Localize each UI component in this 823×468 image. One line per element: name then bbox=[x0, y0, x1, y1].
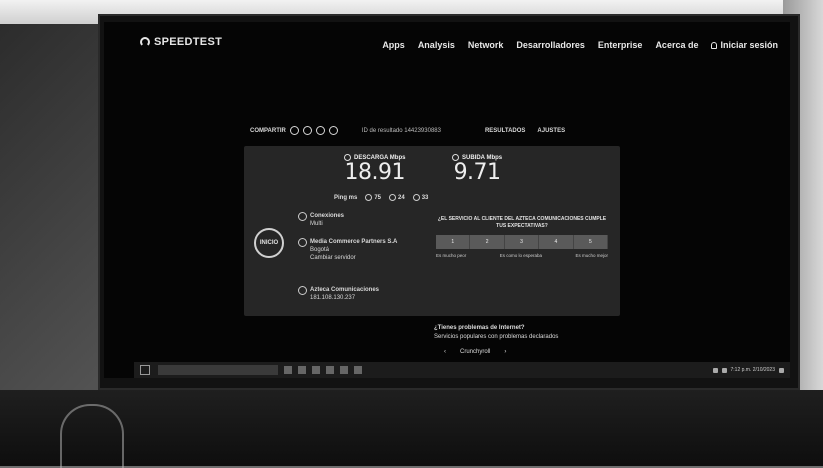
nav-link-apps[interactable]: Apps bbox=[382, 40, 405, 50]
rating-2[interactable]: 2 bbox=[470, 235, 505, 249]
ping-upload-value: 33 bbox=[421, 195, 429, 202]
volume-icon[interactable] bbox=[721, 367, 727, 373]
go-button[interactable]: INICIO bbox=[254, 228, 284, 258]
file-explorer-icon[interactable] bbox=[298, 366, 306, 374]
ping-download: 24 bbox=[389, 194, 405, 201]
survey-box: ¿EL SERVICIO AL CLIENTE DEL AZTECA COMUN… bbox=[436, 216, 609, 258]
server-ip: 181.108.130.237 bbox=[310, 295, 356, 301]
ping-label: Ping ms bbox=[334, 194, 358, 201]
facebook-icon[interactable] bbox=[315, 126, 325, 135]
download-value: 18.91 bbox=[344, 160, 405, 185]
upload-latency-icon bbox=[412, 194, 420, 201]
twitter-icon[interactable] bbox=[302, 126, 312, 135]
internet-problems: ¿Tienes problemas de Internet? Servicios… bbox=[434, 324, 558, 342]
results-link[interactable]: RESULTADOS bbox=[485, 128, 525, 134]
browser-icon[interactable] bbox=[312, 366, 320, 374]
clock[interactable]: 7:12 p.m. 2/10/2023 bbox=[731, 367, 776, 373]
browser-screen: SPEEDTEST Apps Analysis Network Desarrol… bbox=[104, 22, 790, 378]
service-dropdown[interactable]: ‹ Crunchyroll › bbox=[444, 349, 604, 359]
start-icon[interactable] bbox=[140, 365, 150, 375]
task-view-icon[interactable] bbox=[284, 366, 292, 374]
taskbar-search[interactable] bbox=[158, 365, 278, 375]
download-latency-icon bbox=[389, 194, 397, 201]
legend-worse: Es mucho peor bbox=[436, 253, 467, 258]
chevron-right-icon: › bbox=[504, 349, 507, 355]
legend-expected: Es como lo esperaba bbox=[499, 253, 543, 258]
isp-info: Media Commerce Partners S.A Bogotá Cambi… bbox=[298, 238, 398, 262]
problems-subtitle: Servicios populares con problemas declar… bbox=[434, 334, 559, 340]
login-link[interactable]: Iniciar sesión bbox=[711, 40, 778, 50]
user-icon bbox=[298, 286, 307, 295]
app-icon[interactable] bbox=[326, 366, 334, 374]
connections-title: Conexiones bbox=[310, 213, 345, 219]
survey-question: ¿EL SERVICIO AL CLIENTE DEL AZTECA COMUN… bbox=[437, 216, 607, 229]
results-panel: DESCARGA Mbps 18.91 SUBIDA Mbps 9.71 Pin… bbox=[244, 146, 620, 316]
settings-link[interactable]: AJUSTES bbox=[537, 128, 565, 134]
login-label: Iniciar sesión bbox=[720, 40, 778, 50]
ping-row: Ping ms 75 24 33 bbox=[334, 194, 428, 201]
connections-info: Conexiones Multi bbox=[298, 212, 345, 228]
app-icon[interactable] bbox=[340, 366, 348, 374]
nav-link-about[interactable]: Acerca de bbox=[655, 40, 698, 50]
clock-date: 2/10/2023 bbox=[752, 367, 775, 373]
upload-metric: SUBIDA Mbps 9.71 bbox=[452, 154, 502, 185]
share-label: COMPARTIR bbox=[250, 127, 286, 134]
network-icon[interactable] bbox=[712, 367, 718, 373]
server-info: Azteca Comunicaciones 181.108.130.237 bbox=[298, 286, 380, 302]
cable-shape bbox=[60, 404, 124, 468]
person-icon bbox=[711, 41, 718, 49]
rating-legend: Es mucho peor Es como lo esperaba Es muc… bbox=[436, 253, 608, 258]
windows-taskbar: 7:12 p.m. 2/10/2023 bbox=[134, 362, 790, 378]
nav-link-developers[interactable]: Desarrolladores bbox=[516, 40, 585, 50]
speedtest-logo[interactable]: SPEEDTEST bbox=[140, 36, 222, 48]
service-name: Crunchyroll bbox=[460, 349, 491, 355]
rating-scale: 1 2 3 4 5 bbox=[436, 235, 609, 249]
connections-icon bbox=[298, 212, 307, 221]
speedometer-icon bbox=[140, 37, 150, 47]
rating-5[interactable]: 5 bbox=[574, 235, 609, 249]
globe-icon bbox=[298, 238, 307, 247]
isp-name: Media Commerce Partners S.A bbox=[310, 239, 398, 245]
ping-idle-value: 75 bbox=[374, 195, 382, 202]
nav-link-analysis[interactable]: Analysis bbox=[418, 40, 455, 50]
nav-link-enterprise[interactable]: Enterprise bbox=[598, 40, 643, 50]
ping-upload: 33 bbox=[412, 194, 429, 202]
share-row: COMPARTIR ID de resultado 14423930883 RE… bbox=[250, 126, 565, 135]
upload-value: 9.71 bbox=[453, 160, 501, 185]
link-icon[interactable] bbox=[289, 126, 299, 135]
rating-4[interactable]: 4 bbox=[539, 235, 574, 249]
app-icon[interactable] bbox=[354, 366, 362, 374]
result-id: ID de resultado 14423930883 bbox=[361, 127, 441, 134]
system-tray: 7:12 p.m. 2/10/2023 bbox=[712, 367, 784, 373]
download-metric: DESCARGA Mbps 18.91 bbox=[344, 154, 405, 185]
problems-title[interactable]: ¿Tienes problemas de Internet? bbox=[434, 324, 558, 333]
rating-3[interactable]: 3 bbox=[505, 235, 540, 249]
logo-text: SPEEDTEST bbox=[154, 36, 223, 48]
nav-links: Apps Analysis Network Desarrolladores En… bbox=[382, 40, 778, 50]
idle-icon bbox=[365, 194, 373, 201]
rating-1[interactable]: 1 bbox=[436, 235, 471, 249]
chevron-left-icon: ‹ bbox=[444, 349, 446, 355]
change-server-link[interactable]: Cambiar servidor bbox=[310, 254, 397, 262]
ping-download-value: 24 bbox=[398, 195, 405, 202]
legend-better: Es mucho mejor bbox=[575, 253, 608, 258]
top-navigation: SPEEDTEST Apps Analysis Network Desarrol… bbox=[104, 22, 790, 62]
connections-value[interactable]: Multi bbox=[310, 220, 344, 228]
clock-time: 7:12 p.m. bbox=[730, 367, 752, 373]
server-name: Azteca Comunicaciones bbox=[310, 287, 380, 293]
nav-link-network[interactable]: Network bbox=[468, 40, 504, 50]
isp-city: Bogotá bbox=[310, 247, 330, 253]
more-icon[interactable] bbox=[328, 126, 338, 135]
notifications-icon[interactable] bbox=[779, 367, 784, 373]
ping-idle: 75 bbox=[365, 194, 381, 201]
